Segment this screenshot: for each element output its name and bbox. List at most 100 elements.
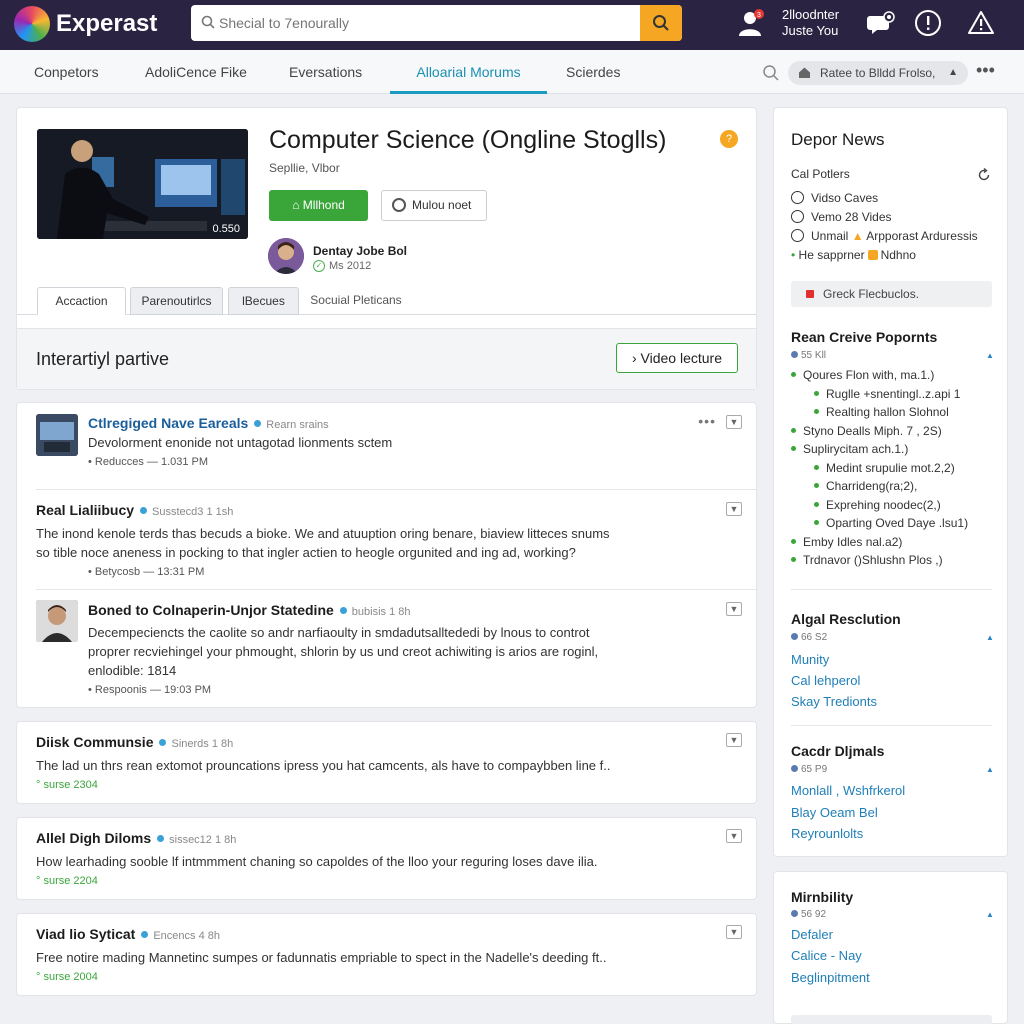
post-card[interactable]: Allel Digh Diloms sissec12 1 8h ▼ How lea… bbox=[16, 817, 757, 900]
happener-row[interactable]: • He sapprner Ndhno bbox=[791, 248, 916, 262]
course-title: Computer Science (Ongline Stoglls) bbox=[269, 126, 667, 154]
caret-up-icon[interactable]: ▲ bbox=[986, 351, 994, 360]
user-avatar-icon[interactable]: 3 bbox=[736, 9, 764, 37]
thread-item[interactable]: Real Lialiibucy Susstecd3 1 1sh ▼ The ino… bbox=[17, 490, 756, 589]
course-subtabs: Accaction Parenoutirlcs lBecues Socuial … bbox=[17, 285, 756, 315]
alert-circle-icon[interactable] bbox=[913, 8, 943, 38]
section-title: Mirnbility bbox=[791, 889, 854, 905]
instructor-avatar[interactable] bbox=[268, 238, 304, 274]
chevron-down-icon[interactable]: ▼ bbox=[726, 602, 742, 616]
board-filter-pill[interactable]: Ratee to Blldd Frolso, ▲ bbox=[788, 61, 968, 85]
post-body: How learhading sooble lf intmmment chani… bbox=[36, 854, 598, 869]
thread-thumbnail bbox=[36, 414, 78, 456]
thread-title[interactable]: Ctlregiged Nave Eareals Rearn srains bbox=[88, 415, 329, 431]
tree-item[interactable]: Styno Dealls Miph. 7 , 2S) bbox=[791, 424, 942, 438]
search-button[interactable] bbox=[640, 5, 682, 41]
post-title[interactable]: Allel Digh Diloms sissec12 1 8h bbox=[36, 830, 236, 846]
post-footer: ° surse 2204 bbox=[36, 875, 98, 887]
section-link[interactable]: Calice - Nay bbox=[791, 948, 862, 963]
more-icon[interactable]: ••• bbox=[698, 413, 716, 429]
brand-name[interactable]: Experast bbox=[56, 10, 157, 38]
section-link[interactable]: Reyrounlolts bbox=[791, 826, 863, 841]
nav-search-icon[interactable] bbox=[762, 64, 780, 82]
course-video-thumbnail[interactable]: 0.550 bbox=[37, 129, 248, 239]
course-card: 0.550 Computer Science (Ongline Stoglls)… bbox=[16, 107, 757, 390]
post-body: Free notire mading Mannetinc sumpes or f… bbox=[36, 950, 607, 965]
grey-notice[interactable]: Greck Flecbuclos. bbox=[791, 281, 992, 307]
tree-item[interactable]: Trdnavor ()Shlushn Plos ,) bbox=[791, 553, 943, 567]
section-link[interactable]: Munity bbox=[791, 652, 829, 667]
nav-tab-4-active[interactable]: Alloarial Morums bbox=[390, 50, 547, 94]
tree-item[interactable]: Suplirycitam ach.1.) bbox=[791, 442, 908, 456]
nav-tab-3[interactable]: Eversations bbox=[289, 50, 362, 94]
chevron-down-icon[interactable]: ▼ bbox=[726, 829, 742, 843]
nav-tab-5[interactable]: Scierdes bbox=[566, 50, 620, 94]
section-title: Cacdr Dljmals bbox=[791, 743, 885, 759]
post-title[interactable]: Diisk Communsie Sinerds 1 8h bbox=[36, 734, 233, 750]
subtab-3[interactable]: lBecues bbox=[228, 287, 299, 315]
video-lecture-button[interactable]: › Video lecture bbox=[616, 343, 738, 373]
search-icon bbox=[653, 15, 669, 31]
thread-title[interactable]: Boned to Colnaperin-Unjor Statedine bubis… bbox=[88, 602, 411, 618]
section-link[interactable]: Blay Oeam Bel bbox=[791, 805, 878, 820]
post-card[interactable]: Viad lio Syticat Encencs 4 8h ▼ Free noti… bbox=[16, 913, 757, 996]
app-logo[interactable] bbox=[14, 6, 50, 42]
subtab-4[interactable]: Socuial Pleticans bbox=[309, 287, 403, 315]
divider bbox=[791, 725, 992, 726]
chevron-down-icon[interactable]: ▼ bbox=[726, 415, 742, 429]
thread-body: Devolorment enonide not untagotad lionme… bbox=[88, 435, 393, 450]
chevron-down-icon[interactable]: ▼ bbox=[726, 502, 742, 516]
section-meta: 56 92 bbox=[791, 909, 826, 920]
tree-item[interactable]: Qoures Flon with, ma.1.) bbox=[791, 368, 934, 382]
instructor-name[interactable]: Dentay Jobe Bol bbox=[313, 244, 407, 258]
tree-item[interactable]: Exprehing noodec(2,) bbox=[814, 498, 941, 512]
chevron-down-icon[interactable]: ▼ bbox=[726, 733, 742, 747]
post-card[interactable]: Diisk Communsie Sinerds 1 8h ▼ The lad un… bbox=[16, 721, 757, 804]
popular-meta: 55 Kll bbox=[791, 350, 826, 361]
chevron-down-icon[interactable]: ▼ bbox=[726, 925, 742, 939]
option-radio[interactable]: Vidso Caves bbox=[791, 191, 878, 205]
tree-item[interactable]: Oparting Oved Daye .lsu1) bbox=[814, 516, 968, 530]
section-link[interactable]: Monlall , Wshfrkerol bbox=[791, 783, 905, 798]
section-link[interactable]: Defaler bbox=[791, 927, 833, 942]
tree-item[interactable]: Realting hallon Slohnol bbox=[814, 405, 949, 419]
section-link[interactable]: Cal lehperol bbox=[791, 673, 860, 688]
discussion-threads: Ctlregiged Nave Eareals Rearn srains ••• … bbox=[16, 402, 757, 708]
post-footer: ° surse 2304 bbox=[36, 779, 98, 791]
section-link[interactable]: Beglinpitment bbox=[791, 970, 870, 985]
thread-item[interactable]: Ctlregiged Nave Eareals Rearn srains ••• … bbox=[17, 403, 756, 489]
tree-item[interactable]: Charrideng(ra;2), bbox=[814, 479, 917, 493]
chat-icon[interactable] bbox=[866, 8, 896, 38]
user-name[interactable]: 2lloodnter Juste You bbox=[782, 7, 839, 39]
top-bar: Experast 3 2lloodnter Juste You bbox=[0, 0, 1024, 50]
option-radio[interactable]: Vemo 28 Vides bbox=[791, 210, 892, 224]
caret-up-icon[interactable]: ▲ bbox=[986, 910, 994, 919]
tree-item[interactable]: Emby Idles nal.a2) bbox=[791, 535, 902, 549]
tree-item[interactable]: Ruglle +snentingl..z.api 1 bbox=[814, 387, 960, 401]
more-icon[interactable]: ••• bbox=[976, 60, 995, 81]
post-footer: ° surse 2004 bbox=[36, 971, 98, 983]
warning-icon[interactable] bbox=[966, 8, 996, 38]
thread-thumbnail-image bbox=[36, 414, 78, 456]
caret-up-icon[interactable]: ▲ bbox=[986, 765, 994, 774]
nav-tab-2[interactable]: AdoliCence Fike bbox=[145, 50, 247, 94]
tree-item[interactable]: Medint srupulie mot.2,2) bbox=[814, 461, 955, 475]
search-input[interactable] bbox=[219, 13, 619, 33]
info-badge[interactable]: ? bbox=[720, 130, 738, 148]
subtab-1-active[interactable]: Accaction bbox=[37, 287, 126, 315]
thread-title[interactable]: Real Lialiibucy Susstecd3 1 1sh bbox=[36, 502, 233, 518]
nav-tab-1[interactable]: Conpetors bbox=[34, 50, 99, 94]
news-title: Depor News bbox=[791, 130, 885, 149]
secondary-action-button[interactable]: Mulou noet bbox=[381, 190, 487, 221]
interactive-panel: Interartiyl partive › Video lecture bbox=[17, 328, 756, 389]
refresh-icon[interactable] bbox=[977, 168, 991, 182]
subtab-2[interactable]: Parenoutirlcs bbox=[130, 287, 223, 315]
post-title[interactable]: Viad lio Syticat Encencs 4 8h bbox=[36, 926, 220, 942]
primary-action-button[interactable]: ⌂ Mllhond bbox=[269, 190, 368, 221]
section-link[interactable]: Skay Tredionts bbox=[791, 694, 877, 709]
option-radio[interactable]: Unmail ▲ Arpporast Arduressis bbox=[791, 229, 978, 243]
caret-up-icon[interactable]: ▲ bbox=[986, 633, 994, 642]
thread-item[interactable]: Boned to Colnaperin-Unjor Statedine bubis… bbox=[17, 590, 756, 707]
instructor-portrait bbox=[268, 238, 304, 274]
course-subtitle: Sepllie, Vlbor bbox=[269, 161, 340, 175]
